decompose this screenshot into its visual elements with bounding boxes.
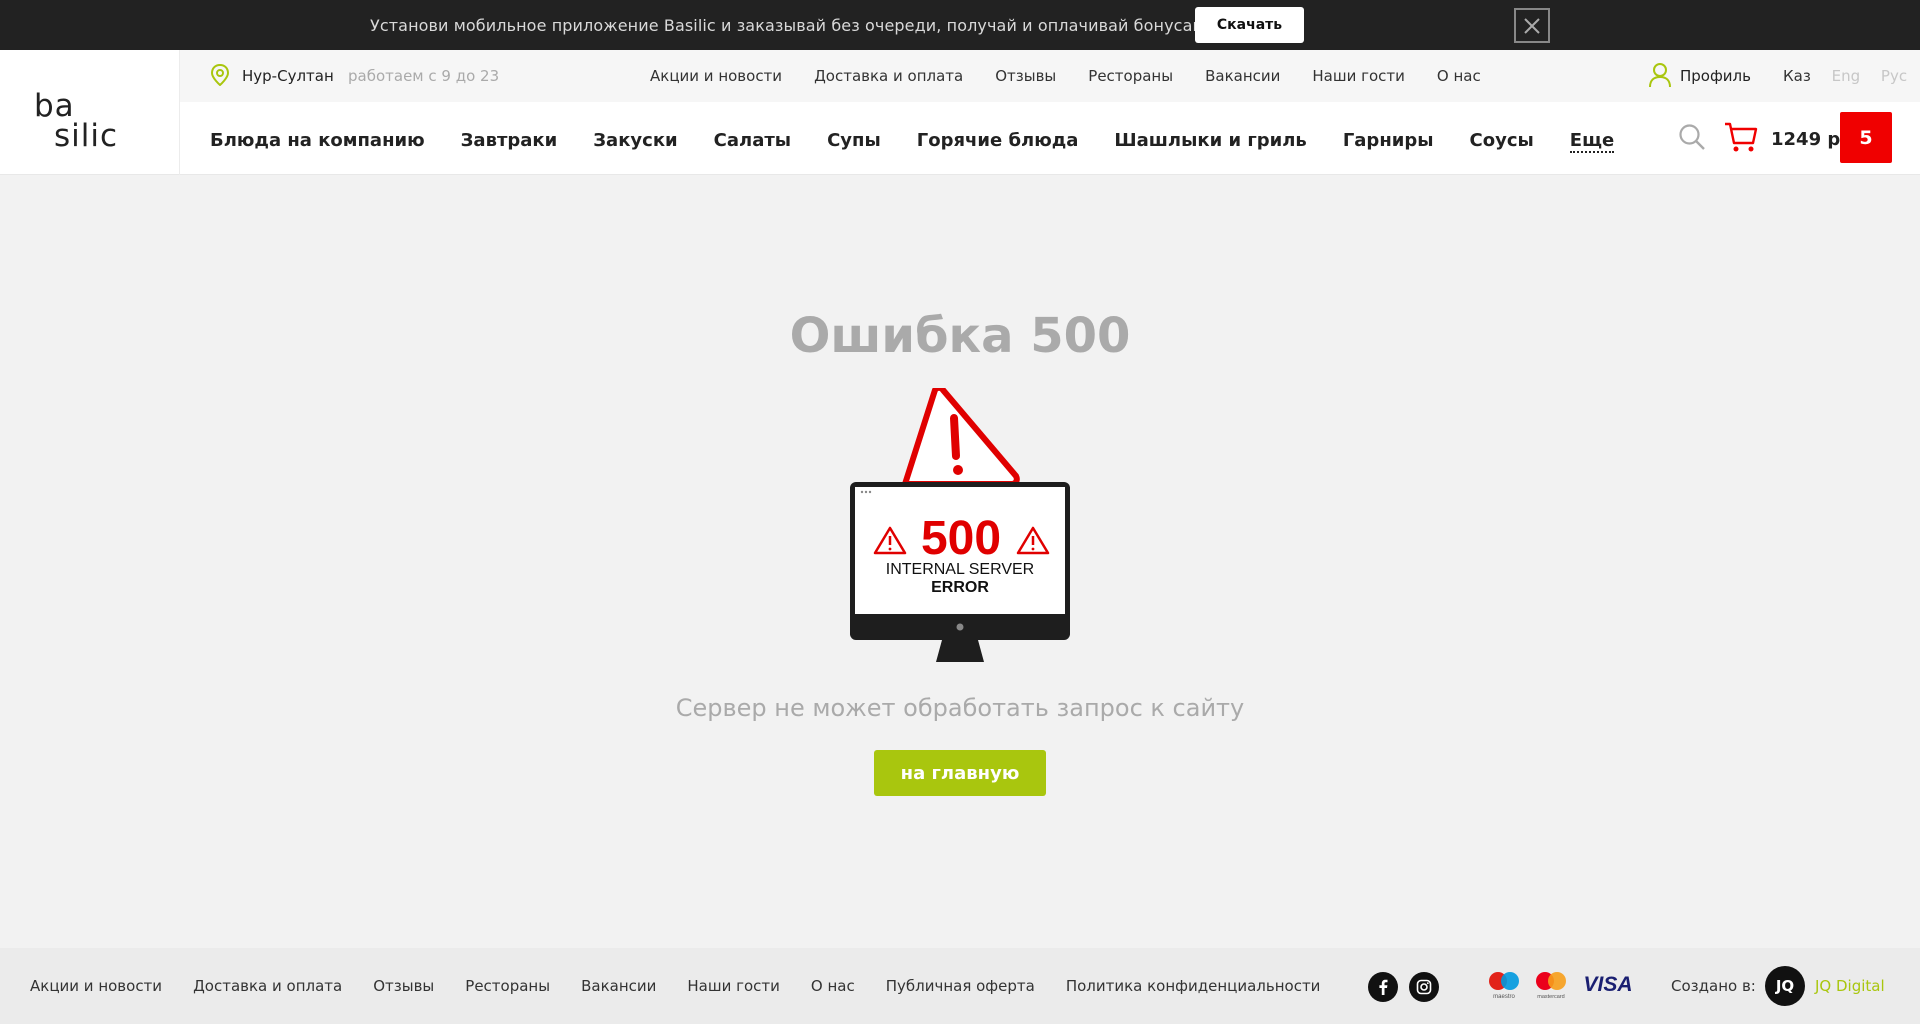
- site-header: ba silic Нур-Султан работаем с 9 до 23 А…: [0, 50, 1920, 175]
- visa-icon: VISA: [1582, 973, 1634, 999]
- cart-count-badge[interactable]: 5: [1840, 112, 1892, 163]
- footer-link-guests[interactable]: Наши гости: [687, 977, 780, 995]
- footer-links: Акции и новости Доставка и оплата Отзывы…: [30, 977, 1351, 995]
- made-by-label: Создано в:: [1671, 977, 1756, 995]
- nav-item-salads[interactable]: Салаты: [714, 130, 791, 153]
- nav-item-sides[interactable]: Гарниры: [1343, 130, 1434, 153]
- user-icon[interactable]: [1648, 62, 1672, 92]
- facebook-icon[interactable]: [1368, 972, 1398, 1002]
- location-pin-icon: [210, 63, 230, 90]
- close-icon[interactable]: [1514, 8, 1550, 43]
- top-links: Акции и новости Доставка и оплата Отзывы…: [650, 67, 1513, 85]
- top-bar: Нур-Султан работаем с 9 до 23 Акции и но…: [180, 50, 1920, 102]
- jq-digital-logo[interactable]: JQ: [1765, 966, 1805, 1006]
- site-footer: Акции и новости Доставка и оплата Отзывы…: [0, 948, 1920, 1024]
- footer-link-vacancies[interactable]: Вакансии: [581, 977, 656, 995]
- main-nav: Блюда на компанию Завтраки Закуски Салат…: [210, 130, 1650, 153]
- svg-text:mastercard: mastercard: [1537, 994, 1565, 1000]
- nav-item-sauces[interactable]: Соусы: [1470, 130, 1534, 153]
- nav-item-soups[interactable]: Супы: [827, 130, 881, 153]
- top-link-delivery[interactable]: Доставка и оплата: [814, 67, 963, 85]
- lang-eng[interactable]: Eng: [1832, 67, 1861, 85]
- promo-text: Установи мобильное приложение Basilic и …: [370, 16, 1222, 35]
- city-selector[interactable]: Нур-Султан: [242, 67, 334, 85]
- footer-link-offer[interactable]: Публичная оферта: [886, 977, 1035, 995]
- error-line1-text: INTERNAL SERVER: [886, 561, 1034, 578]
- nav-item-hot-dishes[interactable]: Горячие блюда: [917, 130, 1079, 153]
- footer-link-about[interactable]: О нас: [811, 977, 855, 995]
- promo-bar: Установи мобильное приложение Basilic и …: [0, 0, 1920, 50]
- maestro-icon: maestro: [1486, 970, 1522, 1004]
- jq-digital-link[interactable]: JQ Digital: [1815, 977, 1885, 995]
- top-link-reviews[interactable]: Отзывы: [995, 67, 1056, 85]
- top-link-promotions[interactable]: Акции и новости: [650, 67, 782, 85]
- cart-icon[interactable]: [1724, 121, 1758, 157]
- top-link-restaurants[interactable]: Рестораны: [1088, 67, 1173, 85]
- profile-link[interactable]: Профиль: [1680, 67, 1751, 85]
- working-hours: работаем с 9 до 23: [348, 67, 500, 85]
- nav-item-breakfast[interactable]: Завтраки: [461, 130, 558, 153]
- footer-link-delivery[interactable]: Доставка и оплата: [193, 977, 342, 995]
- logo[interactable]: ba silic: [0, 50, 180, 175]
- top-link-guests[interactable]: Наши гости: [1312, 67, 1405, 85]
- home-button[interactable]: на главную: [874, 750, 1046, 796]
- logo-line-2: silic: [54, 118, 119, 154]
- top-link-vacancies[interactable]: Вакансии: [1205, 67, 1280, 85]
- footer-link-reviews[interactable]: Отзывы: [373, 977, 434, 995]
- error-title: Ошибка 500: [789, 308, 1131, 364]
- search-icon[interactable]: [1678, 123, 1706, 155]
- svg-text:maestro: maestro: [1493, 994, 1515, 1000]
- lang-rus[interactable]: Рус: [1881, 67, 1907, 85]
- error-code-text: 500: [921, 512, 1001, 565]
- nav-item-grill[interactable]: Шашлыки и гриль: [1114, 130, 1306, 153]
- top-link-about[interactable]: О нас: [1437, 67, 1481, 85]
- error-line2-text: ERROR: [931, 579, 989, 596]
- instagram-icon[interactable]: [1409, 972, 1439, 1002]
- cart-sum[interactable]: 1249 р: [1771, 129, 1840, 150]
- language-switcher: Каз Eng Рус: [1783, 67, 1920, 85]
- mastercard-icon: mastercard: [1533, 970, 1569, 1004]
- footer-link-restaurants[interactable]: Рестораны: [465, 977, 550, 995]
- error-subtitle: Сервер не может обработать запрос к сайт…: [675, 694, 1245, 722]
- download-button[interactable]: Скачать: [1195, 7, 1304, 43]
- nav-item-more[interactable]: Еще: [1569, 130, 1615, 153]
- nav-item-company-dishes[interactable]: Блюда на компанию: [210, 130, 425, 153]
- nav-item-snacks[interactable]: Закуски: [593, 130, 677, 153]
- server-error-illustration: 500 INTERNAL SERVER ERROR: [840, 384, 1080, 668]
- svg-text:VISA: VISA: [1583, 973, 1632, 995]
- lang-kaz[interactable]: Каз: [1783, 67, 1811, 85]
- footer-link-privacy[interactable]: Политика конфиденциальности: [1066, 977, 1321, 995]
- footer-link-promotions[interactable]: Акции и новости: [30, 977, 162, 995]
